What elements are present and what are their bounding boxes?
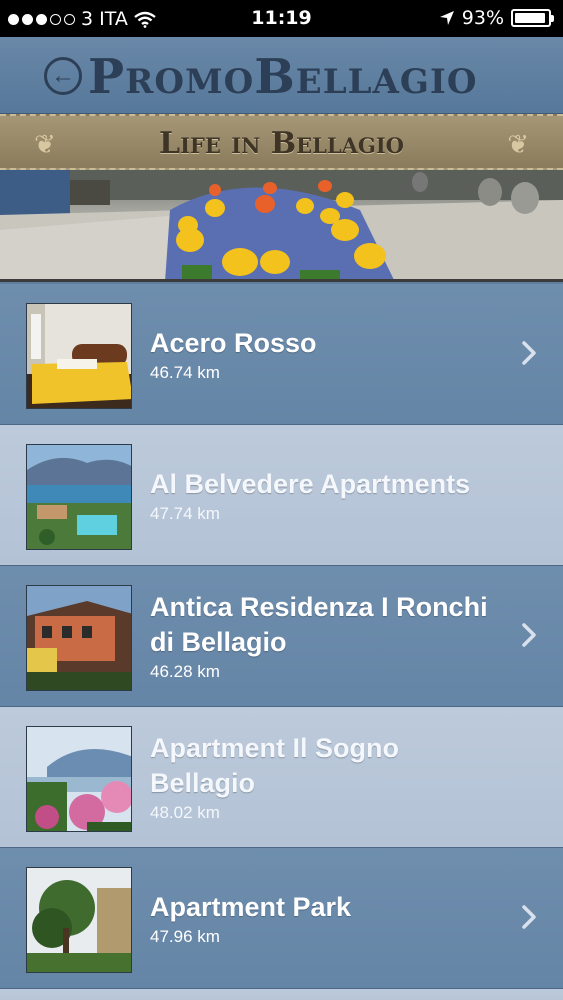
list-item[interactable]: Al Belvedere Apartments 47.74 km <box>0 425 563 566</box>
app-header: ← PromoBellagio <box>0 37 563 114</box>
item-title: Apartment Il Sogno Bellagio <box>150 733 399 798</box>
list-item[interactable]: Antica Residenza I Ronchi di Bellagio 46… <box>0 566 563 707</box>
battery-percent: 93% <box>461 7 504 29</box>
accommodation-list: Acero Rosso 46.74 km Al Belvedere Apartm… <box>0 284 563 1000</box>
chevron-right-icon <box>522 623 536 647</box>
back-button[interactable]: ← <box>44 57 82 95</box>
location-arrow-icon <box>439 11 454 25</box>
list-item[interactable]: Acero Rosso 46.74 km <box>0 284 563 425</box>
thumbnail-villa <box>26 585 132 691</box>
thumbnail-lake-view <box>26 444 132 550</box>
item-title: Al Belvedere Apartments <box>150 468 471 499</box>
list-item[interactable]: Apartment Park 47.96 km <box>0 848 563 989</box>
chevron-right-icon <box>522 905 536 929</box>
item-distance: 48.02 km <box>150 803 220 822</box>
item-distance: 47.74 km <box>150 503 220 523</box>
list-item-partial[interactable] <box>0 989 563 1000</box>
thumbnail-bedroom <box>26 303 132 409</box>
thumbnail-park-trees <box>26 867 132 973</box>
app-title: PromoBellagio <box>88 49 478 105</box>
flourish-right-icon: ❦ <box>507 130 529 160</box>
item-title: Acero Rosso <box>150 327 317 358</box>
thumbnail-garden-lake <box>26 726 132 832</box>
chevron-right-icon <box>522 341 536 365</box>
battery-icon <box>511 9 554 27</box>
hero-image-tulips <box>0 170 563 282</box>
item-distance: 46.74 km <box>150 362 220 382</box>
status-bar: 3 ITA 11:19 93% <box>0 0 563 37</box>
item-title: Apartment Park <box>150 891 352 922</box>
item-title: Antica Residenza I Ronchi di Bellagio <box>150 592 488 657</box>
list-item[interactable]: Apartment Il Sogno Bellagio 48.02 km <box>0 707 563 848</box>
section-banner: ❦ Life in Bellagio ❦ <box>0 114 563 170</box>
banner-title: Life in Bellagio <box>159 126 404 161</box>
back-arrow-circle-icon: ← <box>51 62 75 89</box>
item-distance: 46.28 km <box>150 662 220 681</box>
item-distance: 47.96 km <box>150 926 220 946</box>
